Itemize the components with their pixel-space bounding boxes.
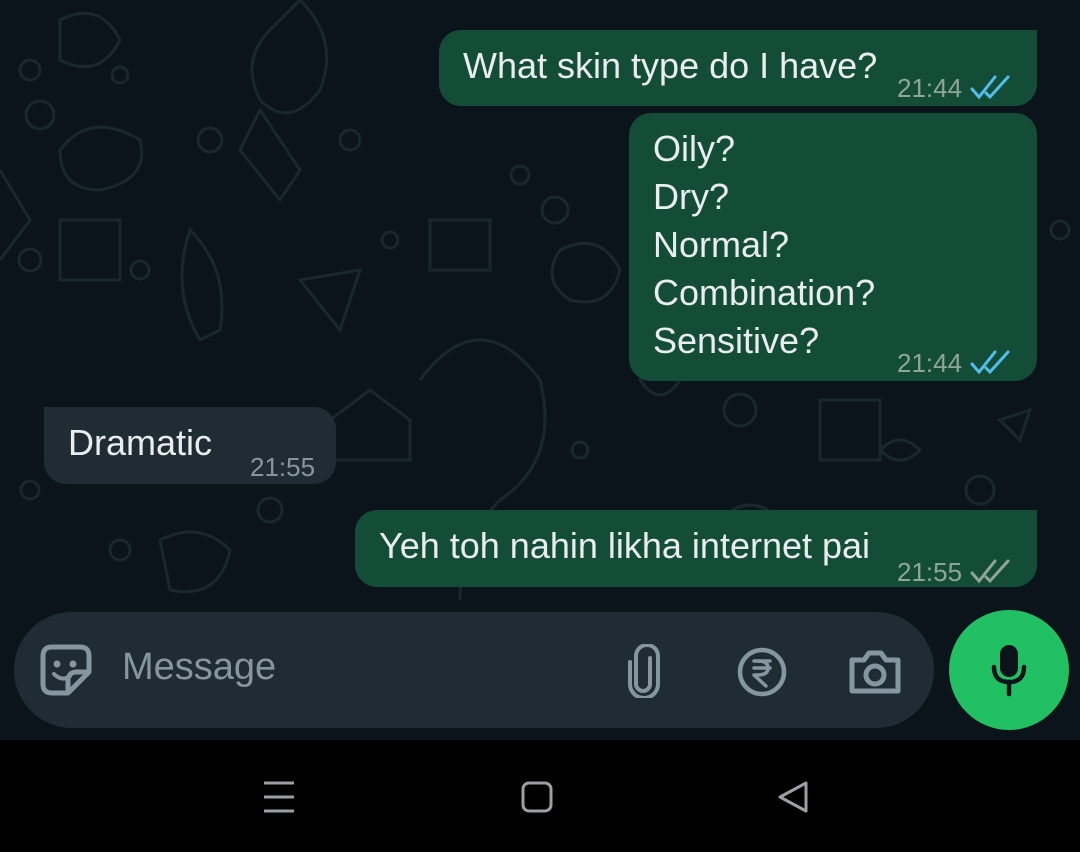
message-text: What skin type do I have? [463, 45, 878, 86]
paperclip-icon[interactable] [626, 644, 662, 698]
camera-icon[interactable] [848, 648, 902, 694]
message-time: 21:55 [897, 557, 963, 587]
read-double-tick-icon [970, 350, 1012, 376]
message-bubble-incoming[interactable]: Dramatic 21:55 [44, 407, 336, 484]
rupee-payment-icon[interactable] [736, 646, 788, 698]
message-input-bar[interactable]: Message [14, 612, 934, 728]
message-time: 21:55 [250, 452, 316, 482]
message-bubble-outgoing[interactable]: Oily? Dry? Normal? Combination? Sensitiv… [629, 113, 1037, 381]
message-text: Dramatic [68, 422, 213, 463]
menu-lines-icon[interactable] [262, 780, 296, 814]
message-input[interactable]: Message [122, 646, 276, 689]
back-triangle-icon[interactable] [776, 780, 810, 814]
home-square-icon[interactable] [520, 780, 554, 814]
message-bubble-outgoing[interactable]: What skin type do I have? 21:44 [439, 30, 1037, 106]
delivered-double-tick-icon [970, 559, 1012, 585]
message-time: 21:44 [897, 73, 963, 103]
microphone-icon [991, 645, 1027, 697]
message-time: 21:44 [897, 348, 963, 378]
message-bubble-outgoing[interactable]: Yeh toh nahin likha internet pai 21:55 [355, 510, 1037, 587]
sticker-icon[interactable] [40, 644, 92, 696]
message-text: Yeh toh nahin likha internet pai [379, 525, 871, 566]
read-double-tick-icon [970, 75, 1012, 101]
voice-record-button[interactable] [949, 610, 1069, 730]
system-navigation-bar [0, 740, 1080, 852]
message-text: Oily? Dry? Normal? Combination? Sensitiv… [653, 128, 876, 361]
